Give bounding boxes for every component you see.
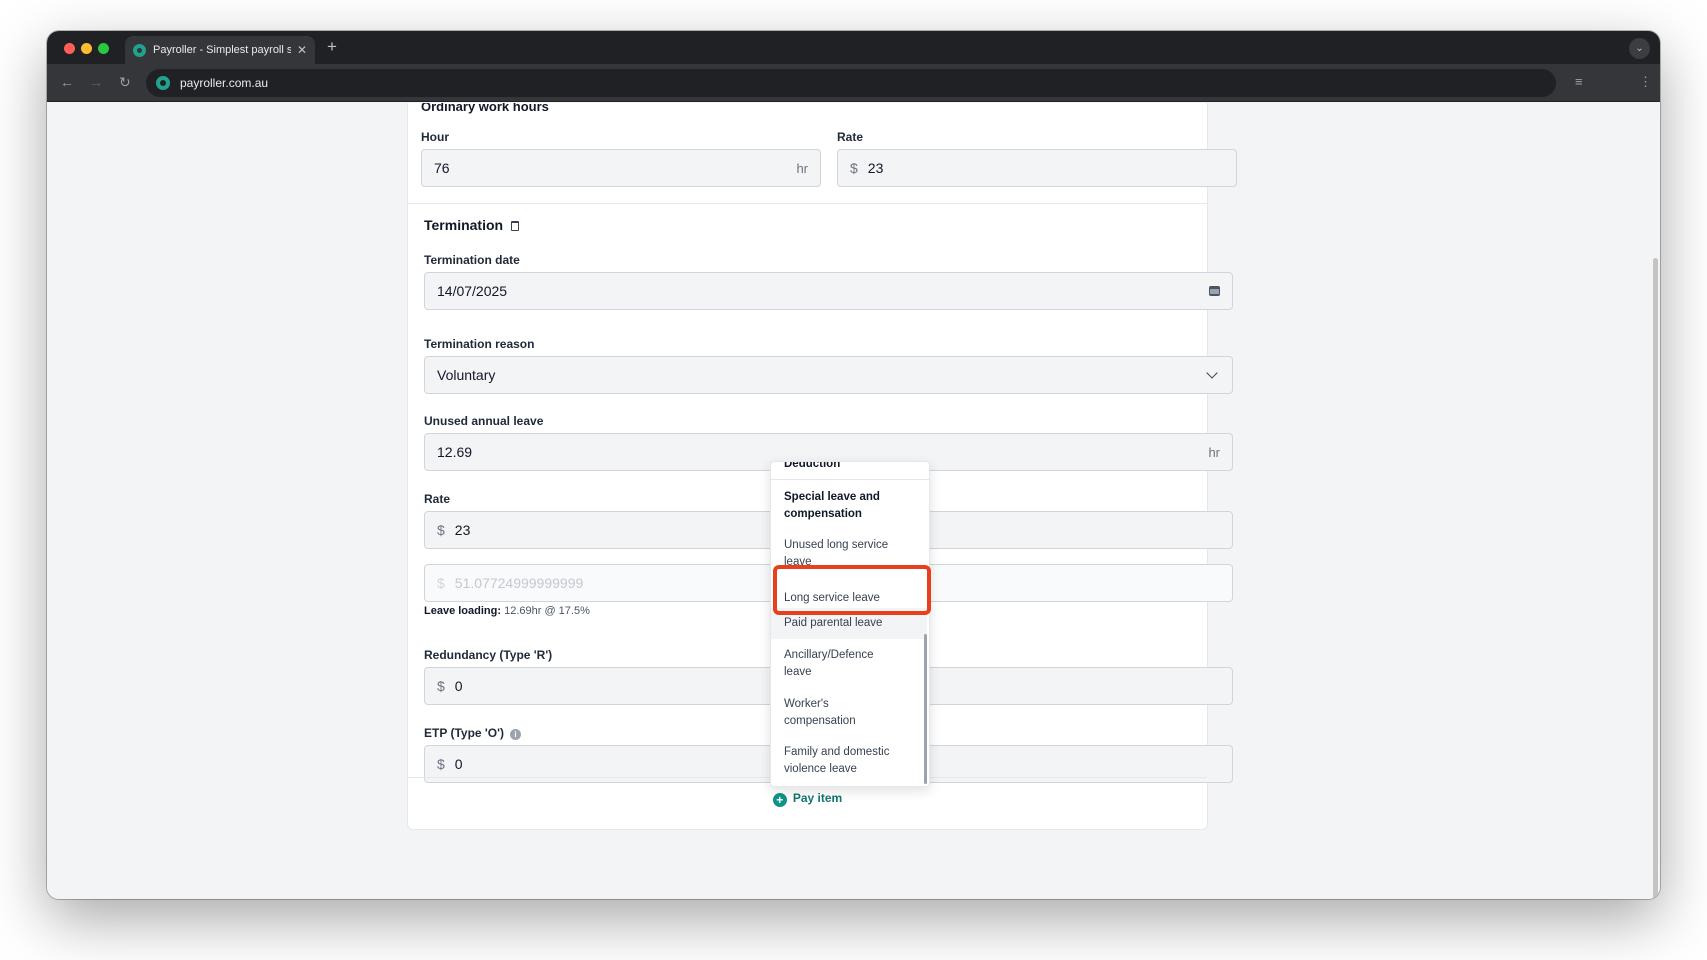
browser-toolbar: ← → ↻ payroller.com.au ≡ ⋮ <box>47 64 1660 102</box>
termination-title: Termination <box>424 217 520 233</box>
address-bar[interactable]: payroller.com.au <box>146 69 1556 97</box>
redundancy-prefix: $ <box>437 678 445 694</box>
close-window-button[interactable] <box>64 43 75 54</box>
browser-tab[interactable]: Payroller - Simplest payroll so ✕ <box>125 36 315 64</box>
hour-label: Hour <box>421 130 449 144</box>
termination-reason-value: Voluntary <box>437 367 496 383</box>
rate-prefix: $ <box>850 160 858 176</box>
pay-item-type-dropdown[interactable]: Deduction Special leave and compensation… <box>770 461 930 787</box>
add-pay-item-button[interactable]: + Pay item <box>408 791 1207 807</box>
minimize-window-button[interactable] <box>81 43 92 54</box>
termination-date-input[interactable]: 14/07/2025 <box>424 272 1233 310</box>
site-info-icon[interactable] <box>156 76 170 90</box>
hour-suffix: hr <box>796 160 808 176</box>
unused-annual-leave-value: 12.69 <box>437 444 473 460</box>
chevron-down-icon <box>1206 367 1218 379</box>
rate-label: Rate <box>837 130 864 144</box>
forward-arrow-icon[interactable]: → <box>89 74 103 90</box>
leave-loading-note: Leave loading: 12.69hr @ 17.5% <box>424 605 590 617</box>
section-divider <box>408 203 1207 204</box>
dropdown-item-workers-compensation[interactable]: Worker's compensation <box>771 696 927 730</box>
dropdown-item-ancillary-defence-leave[interactable]: Ancillary/Defence leave <box>771 647 927 681</box>
tab-title: Payroller - Simplest payroll so <box>153 44 291 56</box>
termination-rate-prefix: $ <box>437 522 445 538</box>
dropdown-group-deduction: Deduction <box>784 461 841 470</box>
page-scrollbar[interactable] <box>1653 258 1658 899</box>
new-tab-button[interactable]: + <box>327 37 337 57</box>
rate-value: 23 <box>867 160 884 176</box>
unused-annual-leave-label: Unused annual leave <box>424 414 544 428</box>
info-icon[interactable]: i <box>509 729 521 740</box>
termination-date-label: Termination date <box>424 253 520 267</box>
termination-reason-label: Termination reason <box>424 337 535 351</box>
tab-search-icon[interactable]: ⌄ <box>1629 38 1650 59</box>
trash-icon[interactable] <box>511 221 520 231</box>
termination-reason-select[interactable]: Voluntary <box>424 356 1233 394</box>
leave-loading-prefix: $ <box>437 575 445 591</box>
etp-label: ETP (Type 'O') i <box>424 726 521 740</box>
plus-circle-icon: + <box>772 793 787 807</box>
calendar-icon[interactable] <box>1209 286 1220 296</box>
highlight-box <box>773 565 931 615</box>
termination-date-value: 14/07/2025 <box>437 283 508 299</box>
maximize-window-button[interactable] <box>98 43 109 54</box>
reload-icon[interactable]: ↻ <box>119 74 131 91</box>
termination-rate-label: Rate <box>424 492 451 506</box>
browser-menu-icon[interactable]: ⋮ <box>1639 74 1652 90</box>
tab-close-icon[interactable]: ✕ <box>297 43 307 57</box>
hour-value: 76 <box>434 160 450 176</box>
media-controls-icon[interactable]: ≡ <box>1575 74 1583 89</box>
rate-input[interactable]: $ 23 <box>837 149 1237 187</box>
title-bar: Payroller - Simplest payroll so ✕ + ⌄ <box>47 31 1660 64</box>
dropdown-group-special-leave: Special leave and compensation <box>784 491 880 520</box>
ordinary-work-hours-title: Ordinary work hours <box>421 103 549 114</box>
dropdown-scrollbar[interactable] <box>924 634 927 784</box>
dropdown-item-family-domestic-violence-leave[interactable]: Family and domestic violence leave <box>771 744 927 778</box>
payroller-favicon-icon <box>133 43 146 57</box>
back-arrow-icon[interactable]: ← <box>60 74 74 90</box>
browser-window: Payroller - Simplest payroll so ✕ + ⌄ ← … <box>47 31 1660 899</box>
unused-annual-leave-suffix: hr <box>1208 444 1220 460</box>
etp-prefix: $ <box>437 756 445 772</box>
dropdown-divider <box>771 479 929 480</box>
hour-input[interactable]: 76 hr <box>421 149 821 187</box>
url-text: payroller.com.au <box>180 76 269 90</box>
redundancy-label: Redundancy (Type 'R') <box>424 648 553 662</box>
